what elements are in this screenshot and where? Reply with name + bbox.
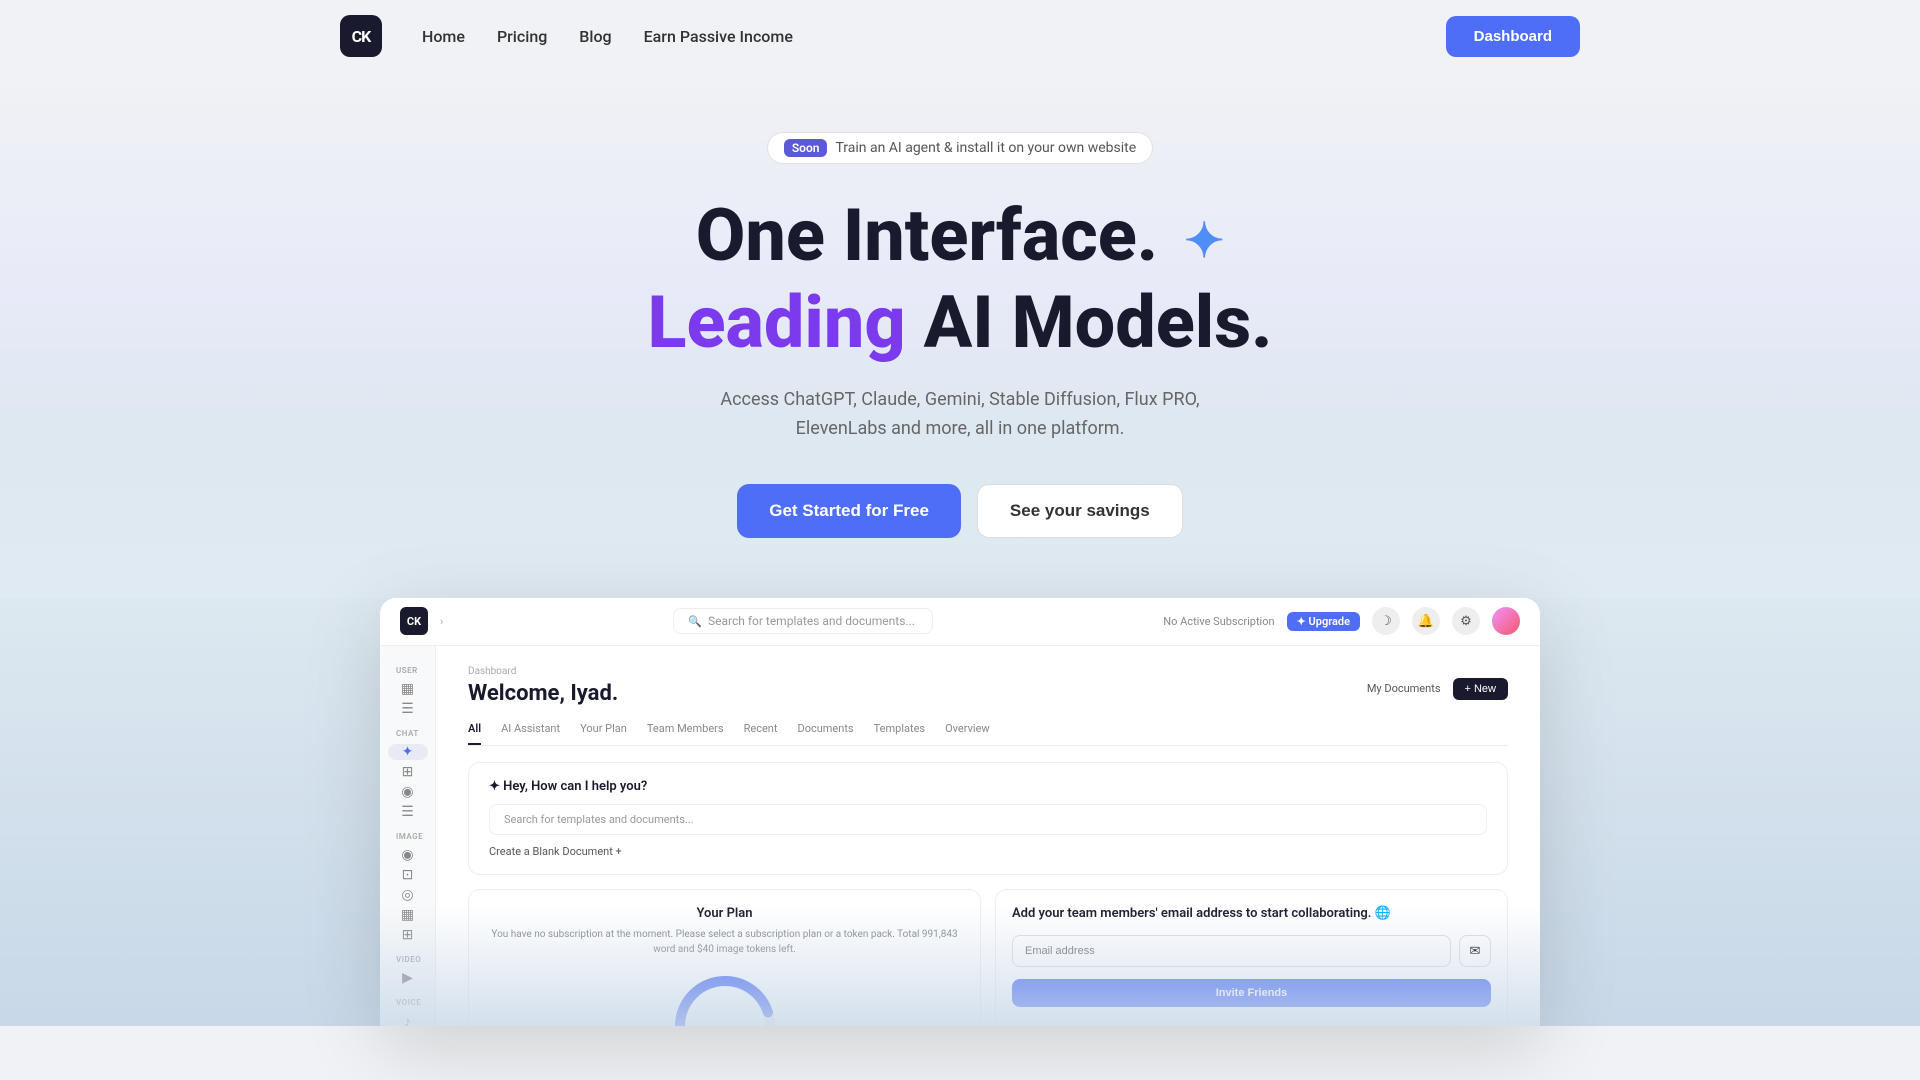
hero-subtitle: Access ChatGPT, Claude, Gemini, Stable D… — [720, 386, 1200, 444]
sparkle-icon: ✦ — [1184, 212, 1224, 269]
hero-dark-text: AI Models. — [924, 280, 1273, 365]
nav-item-home[interactable]: Home — [422, 27, 465, 46]
sidebar-section-image: IMAGE — [380, 824, 435, 843]
my-docs-label: My Documents — [1367, 682, 1441, 695]
email-send-button[interactable]: ✉ — [1459, 935, 1491, 967]
sidebar-icon-2[interactable]: ☰ — [388, 701, 428, 717]
logo[interactable]: CK — [340, 15, 382, 57]
sidebar-icon-8[interactable]: ⊡ — [388, 867, 428, 883]
tab-recent[interactable]: Recent — [744, 722, 778, 745]
browser-window: CK › 🔍 Search for templates and document… — [380, 598, 1540, 1026]
tab-overview[interactable]: Overview — [945, 722, 990, 745]
soon-badge: Soon Train an AI agent & install it on y… — [767, 132, 1153, 164]
upgrade-badge[interactable]: ✦ Upgrade — [1287, 612, 1360, 631]
sidebar-icon-11[interactable]: ⊞ — [388, 927, 428, 943]
sidebar-section-video: VIDEO — [380, 947, 435, 966]
sidebar-icon-1[interactable]: ▦ — [388, 681, 428, 697]
app-main: Dashboard Welcome, Iyad. My Documents + … — [436, 646, 1540, 1026]
sidebar-icon-12[interactable]: ▶ — [388, 970, 428, 986]
hero-section: Soon Train an AI agent & install it on y… — [0, 72, 1920, 598]
page-root: CK Home Pricing Blog Earn Passive Income… — [0, 0, 1920, 1026]
team-card: Add your team members' email address to … — [995, 889, 1508, 1026]
hero-buttons: Get Started for Free See your savings — [737, 484, 1183, 538]
get-started-button[interactable]: Get Started for Free — [737, 484, 961, 538]
ai-search-input[interactable]: Search for templates and documents... — [489, 804, 1487, 835]
sidebar-icon-5[interactable]: ◉ — [388, 784, 428, 800]
hero-purple-text: Leading — [647, 280, 905, 365]
dashboard-button[interactable]: Dashboard — [1446, 16, 1580, 57]
sidebar-section-user: USER — [380, 658, 435, 677]
gauge-svg — [670, 971, 780, 1026]
see-savings-button[interactable]: See your savings — [977, 484, 1183, 538]
sidebar-icon-7[interactable]: ◉ — [388, 847, 428, 863]
sidebar-icon-13[interactable]: ♪ — [388, 1013, 428, 1026]
app-layout: USER ▦ ☰ CHAT ✦ ⊞ ◉ ☰ IMAGE ◉ ⊡ ◎ ▦ ⊞ — [380, 646, 1540, 1026]
sidebar-section-voice: VOICE — [380, 990, 435, 1009]
avatar[interactable] — [1492, 607, 1520, 635]
sidebar-section-chat: CHAT — [380, 721, 435, 740]
cards-row: Your Plan You have no subscription at th… — [468, 889, 1508, 1026]
app-sidebar: USER ▦ ☰ CHAT ✦ ⊞ ◉ ☰ IMAGE ◉ ⊡ ◎ ▦ ⊞ — [380, 646, 436, 1026]
welcome-title: Welcome, Iyad. — [468, 681, 618, 706]
app-topbar-right: No Active Subscription ✦ Upgrade ☽ 🔔 ⚙ — [1163, 607, 1520, 635]
create-blank-btn[interactable]: Create a Blank Document + — [489, 845, 1487, 858]
app-tabs: All AI Assistant Your Plan Team Members … — [468, 722, 1508, 746]
navbar: CK Home Pricing Blog Earn Passive Income… — [0, 0, 1920, 72]
settings-icon[interactable]: ⚙ — [1452, 607, 1480, 635]
ai-card-title: ✦ Hey, How can I help you? — [489, 779, 1487, 794]
preview-wrapper: CK › 🔍 Search for templates and document… — [0, 598, 1920, 1026]
sidebar-icon-3[interactable]: ✦ — [388, 744, 428, 760]
chevron-icon: › — [440, 615, 443, 628]
tab-documents[interactable]: Documents — [797, 722, 853, 745]
app-topbar: CK › 🔍 Search for templates and document… — [380, 598, 1540, 646]
email-field[interactable] — [1012, 935, 1451, 967]
sidebar-icon-10[interactable]: ▦ — [388, 907, 428, 923]
nav-left: CK Home Pricing Blog Earn Passive Income — [340, 15, 793, 57]
plan-card-desc: You have no subscription at the moment. … — [485, 927, 964, 957]
new-doc-button[interactable]: + New — [1453, 678, 1509, 700]
app-main-inner: Dashboard Welcome, Iyad. My Documents + … — [436, 646, 1540, 1026]
sidebar-icon-6[interactable]: ☰ — [388, 804, 428, 820]
hero-title-line1: One Interface. ✦ — [696, 196, 1225, 275]
tab-team-members[interactable]: Team Members — [647, 722, 724, 745]
email-input-row: ✉ — [1012, 935, 1491, 967]
invite-friends-button[interactable]: Invite Friends — [1012, 979, 1491, 1007]
breadcrumb: Dashboard — [468, 666, 618, 677]
hero-title-line2: Leading AI Models. — [647, 283, 1272, 362]
sidebar-icon-4[interactable]: ⊞ — [388, 764, 428, 780]
plan-card: Your Plan You have no subscription at th… — [468, 889, 981, 1026]
badge-text: Train an AI agent & install it on your o… — [835, 140, 1136, 156]
preview-fade: CK › 🔍 Search for templates and document… — [380, 598, 1540, 1026]
plan-card-title: Your Plan — [485, 906, 964, 921]
app-search-bar[interactable]: 🔍 Search for templates and documents... — [673, 608, 933, 634]
search-placeholder: Search for templates and documents... — [708, 614, 915, 628]
team-card-title: Add your team members' email address to … — [1012, 906, 1491, 921]
soon-tag: Soon — [784, 139, 828, 157]
gauge-container — [485, 971, 964, 1026]
tab-all[interactable]: All — [468, 722, 481, 745]
no-sub-badge: No Active Subscription — [1163, 615, 1274, 628]
nav-item-blog[interactable]: Blog — [579, 27, 611, 46]
ai-assistant-card: ✦ Hey, How can I help you? Search for te… — [468, 762, 1508, 875]
theme-toggle-icon[interactable]: ☽ — [1372, 607, 1400, 635]
nav-links: Home Pricing Blog Earn Passive Income — [422, 27, 793, 46]
app-topbar-left: CK › — [400, 607, 443, 635]
nav-item-earn[interactable]: Earn Passive Income — [644, 27, 793, 46]
search-icon: 🔍 — [688, 615, 702, 628]
app-logo-small: CK — [400, 607, 428, 635]
tab-ai-assistant[interactable]: AI Assistant — [501, 722, 560, 745]
nav-item-pricing[interactable]: Pricing — [497, 27, 547, 46]
tab-templates[interactable]: Templates — [874, 722, 925, 745]
tab-your-plan[interactable]: Your Plan — [580, 722, 627, 745]
notifications-icon[interactable]: 🔔 — [1412, 607, 1440, 635]
sidebar-icon-9[interactable]: ◎ — [388, 887, 428, 903]
